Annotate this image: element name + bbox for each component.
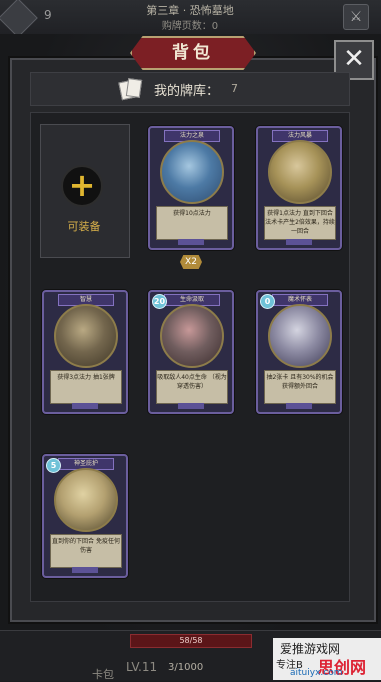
card-description: 吸取敌人40点生命 （视为穿透伤害）: [156, 370, 228, 404]
cost-badge: 5: [46, 458, 61, 473]
card-item[interactable]: 神圣庇护 直到你的下回合 免疫任何伤害 5: [42, 454, 128, 578]
panel-title: 背包: [130, 36, 256, 70]
deck-count: 7: [231, 82, 238, 95]
card-description: 获得1点法力 直到下回合 法术卡产生2倍效果，持续一回合: [264, 206, 336, 240]
cost-badge: 20: [152, 294, 167, 309]
card-item[interactable]: 智慧 获得3点法力 抽1张牌: [42, 290, 128, 414]
card-base: [72, 403, 98, 409]
card-item[interactable]: 生命汲取 吸取敌人40点生命 （视为穿透伤害） 20: [148, 290, 234, 414]
card-base: [286, 239, 312, 245]
deck-label: 我的牌库：: [154, 84, 220, 99]
card-art: [160, 304, 224, 368]
card-purchase-count: 购牌页数：0: [161, 21, 219, 32]
card-item[interactable]: 魔术怀表 抽2张卡 且有30%的机会 获得额外回合 0: [256, 290, 342, 414]
card-base: [178, 403, 204, 409]
card-art: [54, 468, 118, 532]
add-icon[interactable]: +: [61, 165, 103, 207]
card-description: 抽2张卡 且有30%的机会 获得额外回合: [264, 370, 336, 404]
card-art: [268, 304, 332, 368]
card-base: [72, 567, 98, 573]
card-base: [178, 239, 204, 245]
hp-bar: 58/58: [130, 634, 252, 648]
cards-icon: [118, 78, 143, 101]
card-base: [286, 403, 312, 409]
watermark-line4: aituiyx.com: [290, 668, 343, 678]
chapter-title: 第三章 · 恐怖墓地: [146, 4, 234, 17]
card-art: [268, 140, 332, 204]
card-art: [160, 140, 224, 204]
card-description: 获得3点法力 抽1张牌: [50, 370, 122, 404]
cost-badge: 0: [260, 294, 275, 309]
card-copies-badge: X2: [180, 255, 202, 269]
player-xp: 3/1000: [168, 662, 204, 673]
card-item[interactable]: 法力之泉 获得10点法力: [148, 126, 234, 250]
player-level: LV.11: [126, 660, 158, 674]
card-art: [54, 304, 118, 368]
card-item[interactable]: 法力风暴 获得1点法力 直到下回合 法术卡产生2倍效果，持续一回合: [256, 126, 342, 250]
top-left-count: 9: [44, 8, 52, 22]
sword-icon[interactable]: ⚔: [343, 4, 369, 30]
equip-label: 可装备: [67, 220, 101, 233]
card-description: 直到你的下回合 免疫任何伤害: [50, 534, 122, 568]
card-description: 获得10点法力: [156, 206, 228, 240]
